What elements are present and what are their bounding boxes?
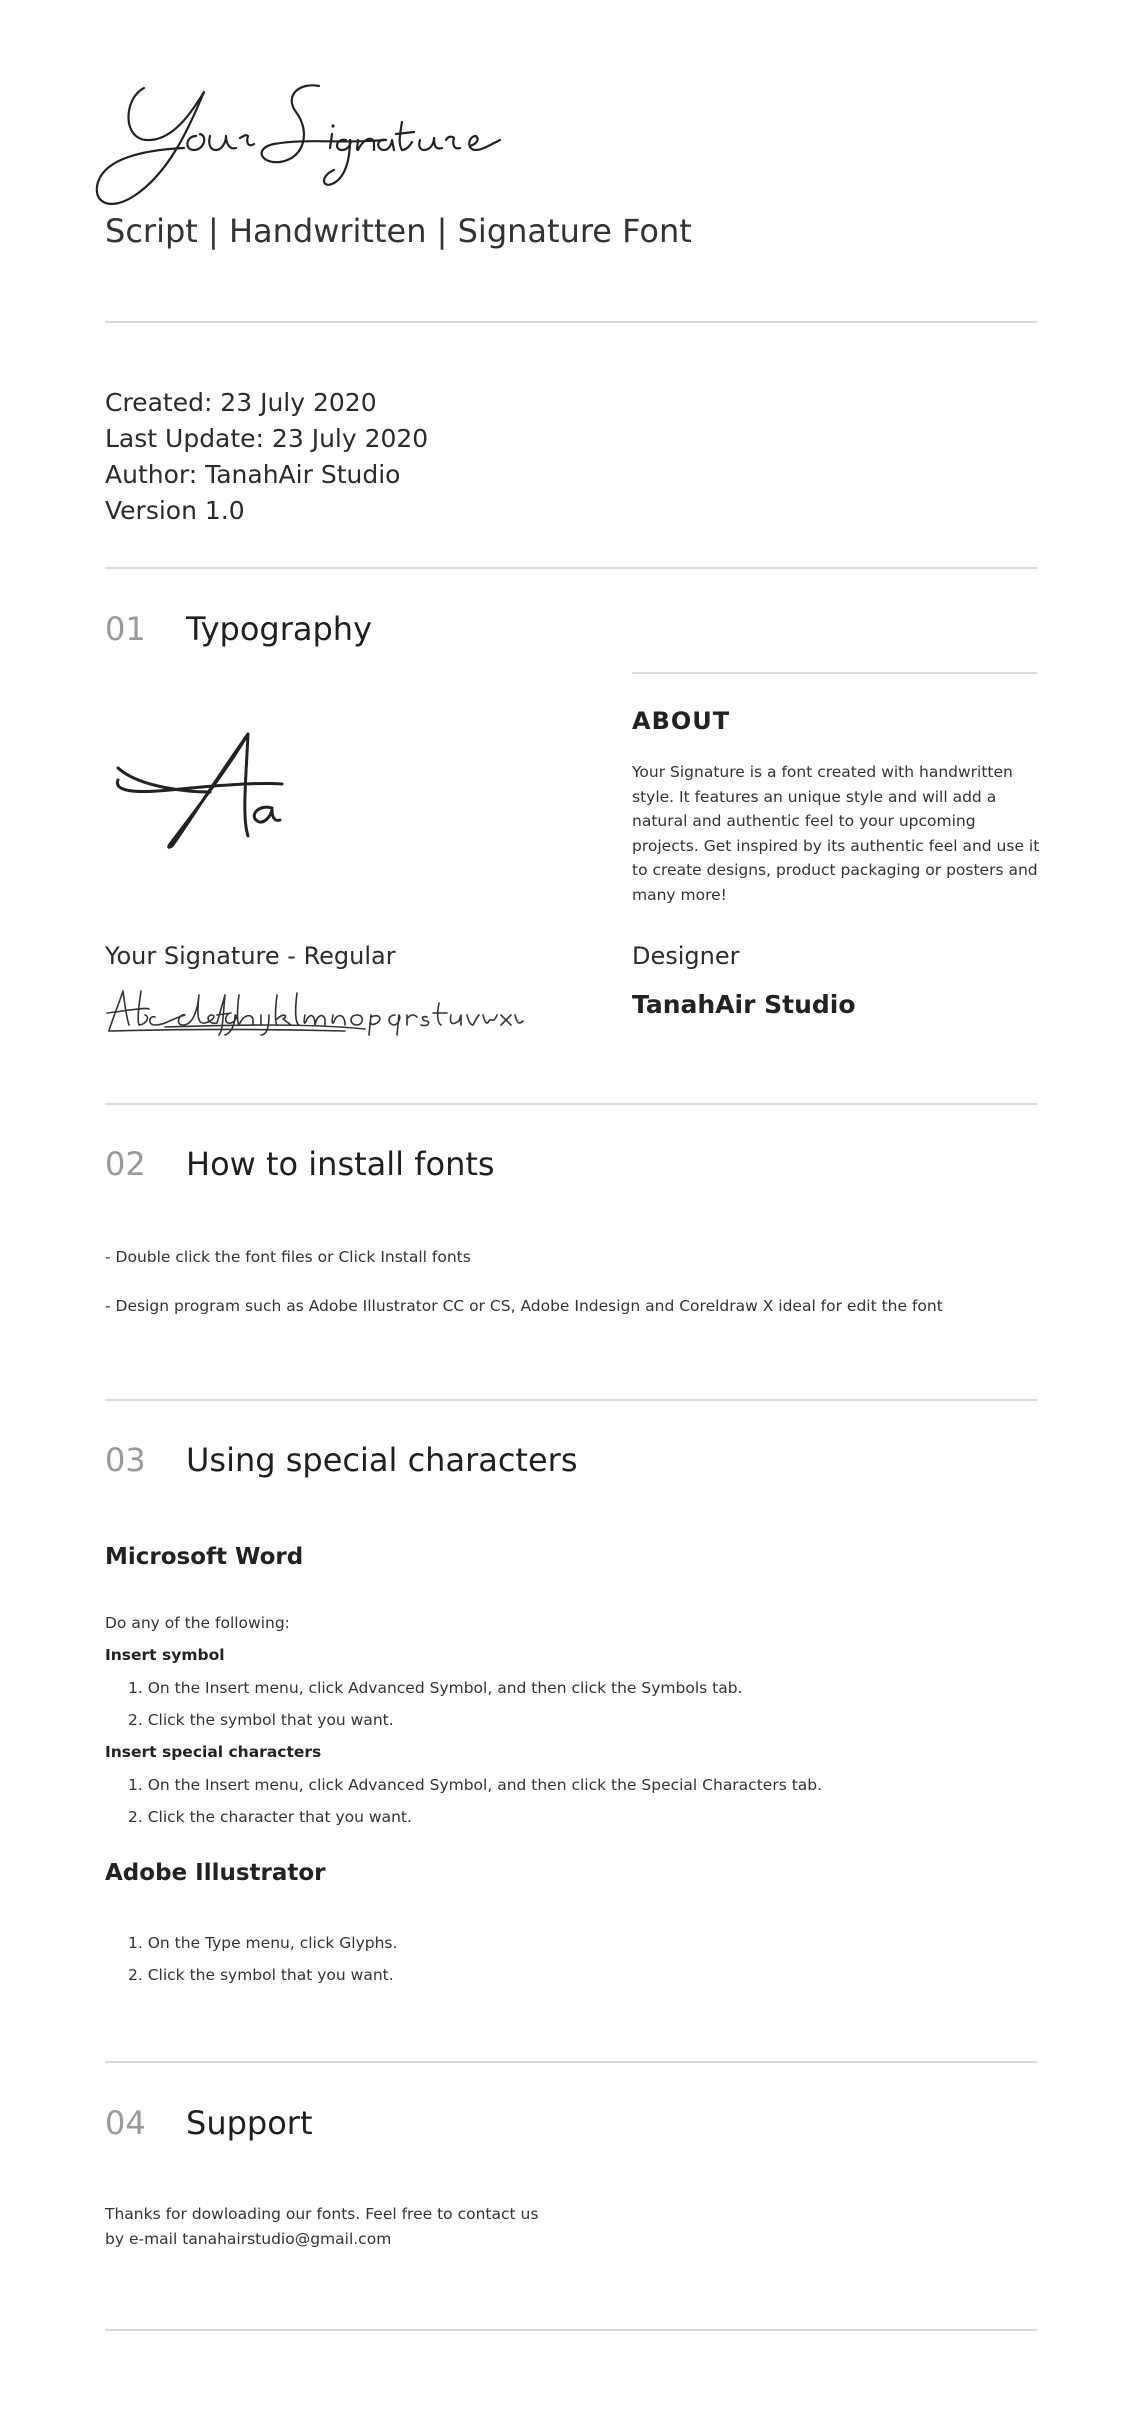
word-intro: Do any of the following: [105,1614,290,1632]
support-text: Thanks for dowloading our fonts. Feel fr… [105,2202,538,2252]
install-step: - Double click the font files or Click I… [105,1248,471,1266]
divider [632,672,1037,674]
section-title: How to install fonts [186,1145,495,1183]
section-number: 03 [105,1441,146,1479]
insert-symbol-heading: Insert symbol [105,1646,225,1664]
list-item: 2. Click the symbol that you want. [128,1966,394,1984]
font-name: Your Signature - Regular [105,942,396,970]
meta-version: Version 1.0 [105,496,245,525]
word-heading: Microsoft Word [105,1544,304,1570]
alphabet-specimen [106,990,524,1036]
divider [105,567,1037,569]
signature-logo [95,84,502,206]
insert-special-heading: Insert special characters [105,1743,322,1761]
divider [105,1399,1037,1401]
section-number: 02 [105,1145,146,1183]
page-subtitle: Script | Handwritten | Signature Font [105,212,692,250]
section-title: Support [186,2104,313,2142]
section-number: 04 [105,2104,146,2142]
designer-name: TanahAir Studio [632,990,856,1019]
section-title: Typography [186,610,372,648]
about-heading: ABOUT [632,707,731,735]
section-title: Using special characters [186,1441,578,1479]
install-step: - Design program such as Adobe Illustrat… [105,1297,943,1315]
illustrator-heading: Adobe Illustrator [105,1860,326,1886]
list-item: 2. Click the character that you want. [128,1808,412,1826]
about-text: Your Signature is a font created with ha… [632,763,1040,904]
designer-label: Designer [632,942,740,970]
support-line: by e-mail tanahairstudio@gmail.com [105,2230,392,2248]
list-item: 1. On the Insert menu, click Advanced Sy… [128,1679,743,1697]
divider [105,2061,1037,2063]
divider [105,321,1037,323]
meta-created: Created: 23 July 2020 [105,388,377,417]
section-number: 01 [105,610,146,648]
list-item: 2. Click the symbol that you want. [128,1711,394,1729]
glyph-specimen-aa [115,732,284,849]
divider [105,2329,1037,2331]
support-line: Thanks for dowloading our fonts. Feel fr… [105,2205,539,2223]
divider [105,1103,1037,1105]
meta-updated: Last Update: 23 July 2020 [105,424,429,453]
list-item: 1. On the Type menu, click Glyphs. [128,1934,398,1952]
list-item: 1. On the Insert menu, click Advanced Sy… [128,1776,823,1794]
meta-author: Author: TanahAir Studio [105,460,401,489]
